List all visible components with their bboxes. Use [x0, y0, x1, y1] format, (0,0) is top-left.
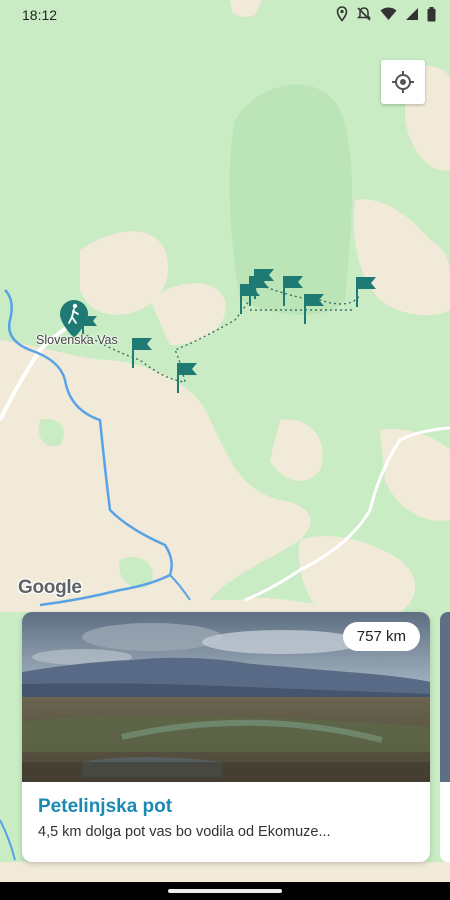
next-trail-card-peek[interactable] [440, 612, 450, 862]
trail-title: Petelinjska pot [38, 796, 173, 817]
crosshair-icon [392, 71, 414, 93]
google-logo: Google [18, 577, 82, 598]
place-label: Slovenska Vas [36, 333, 118, 347]
notifications-off-icon [357, 7, 371, 21]
battery-icon [427, 6, 436, 21]
trail-description: 4,5 km dolga pot vas bo vodila od Ekomuz… [38, 824, 331, 840]
my-location-button[interactable] [381, 60, 425, 104]
status-bar: 18:12 [0, 0, 450, 30]
distance-badge: 757 km [342, 622, 420, 651]
location-icon [336, 6, 348, 22]
status-icons [336, 6, 436, 22]
wifi-icon [380, 7, 397, 20]
signal-icon [406, 8, 418, 20]
trail-card[interactable]: 757 km Petelinjska pot 4,5 km dolga pot … [22, 612, 430, 862]
home-gesture-handle[interactable] [168, 889, 282, 893]
status-time: 18:12 [22, 7, 58, 23]
